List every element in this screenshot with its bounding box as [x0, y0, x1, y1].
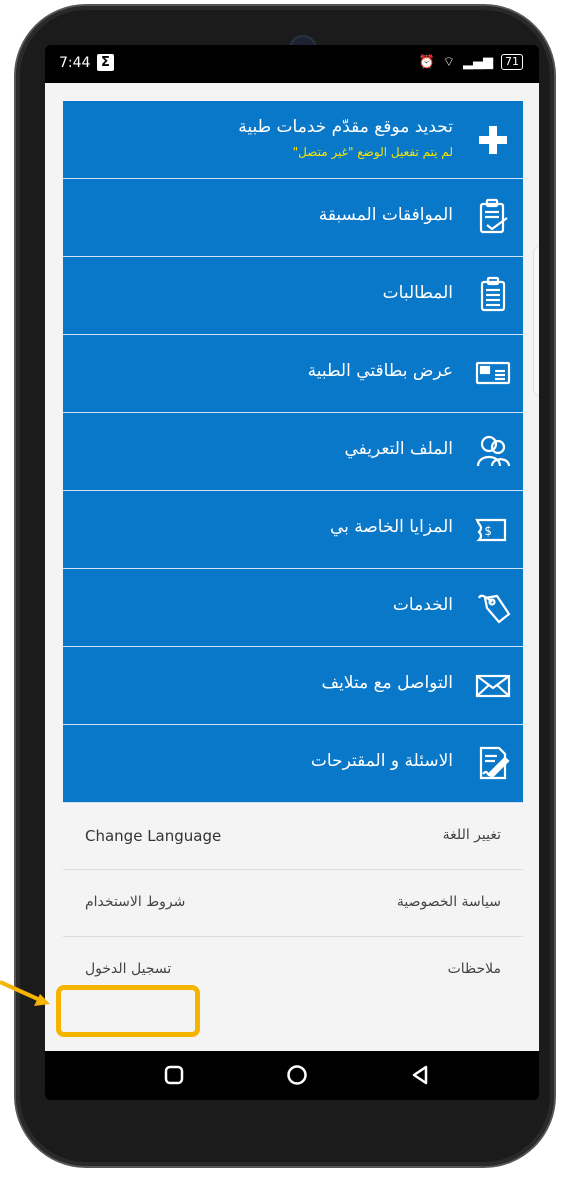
menu-item-label: تحديد موقع مقدّم خدمات طبية [238, 117, 453, 137]
menu-item-medical-card[interactable]: عرض بطاقتي الطبية [63, 335, 523, 413]
menu-item-faq-suggestions[interactable]: الاسئلة و المقترحات [63, 725, 523, 803]
envelope-icon [475, 674, 511, 698]
menu-item-my-benefits[interactable]: $ المزايا الخاصة بي [63, 491, 523, 569]
menu-item-contact-metlife[interactable]: التواصل مع متلايف [63, 647, 523, 725]
android-nav-bar [45, 1051, 539, 1100]
status-bar: 7:44 Σ ⏰ ⌔ ▂▄▆ 71 [45, 45, 539, 83]
menu-item-label: عرض بطاقتي الطبية [307, 361, 453, 381]
menu-item-label: الاسئلة و المقترحات [310, 751, 453, 771]
drawer-edge-handle[interactable] [533, 245, 539, 397]
change-language-ar-link[interactable]: تغيير اللغة [443, 827, 501, 843]
menu-item-label: المزايا الخاصة بي [329, 517, 453, 537]
change-language-link[interactable]: Change Language [85, 827, 221, 845]
menu-item-label: التواصل مع متلايف [321, 673, 453, 693]
alarm-icon: ⏰ [418, 54, 435, 70]
footer-row-language: Change Language تغيير اللغة [63, 803, 523, 870]
pointer-arrow-icon [0, 980, 50, 1006]
status-icons: ⏰ ⌔ ▂▄▆ 71 [419, 54, 523, 70]
footer-links: Change Language تغيير اللغة شروط الاستخد… [63, 803, 523, 1003]
app-content: تحديد موقع مقدّم خدمات طبية لم يتم تفعيل… [45, 83, 539, 1051]
notes-link[interactable]: ملاحظات [448, 961, 501, 977]
menu-item-pre-approvals[interactable]: الموافقات المسبقة [63, 179, 523, 257]
menu-item-claims[interactable]: المطالبات [63, 257, 523, 335]
login-link[interactable]: تسجيل الدخول [85, 961, 171, 977]
home-button[interactable] [286, 1064, 308, 1086]
menu-item-label: الملف التعريفي [344, 439, 453, 459]
terms-of-use-link[interactable]: شروط الاستخدام [85, 894, 185, 910]
signal-icon: ▂▄▆ [463, 54, 493, 70]
clipboard-check-icon [479, 198, 508, 234]
people-icon [476, 435, 511, 467]
recents-button[interactable] [163, 1064, 185, 1086]
footer-row-policies: شروط الاستخدام سياسة الخصوصية [63, 870, 523, 937]
login-highlight-box [56, 985, 200, 1037]
id-card-icon [475, 361, 511, 385]
svg-text:$: $ [484, 524, 492, 538]
privacy-policy-link[interactable]: سياسة الخصوصية [397, 894, 501, 910]
clipboard-list-icon [480, 276, 506, 312]
menu-item-services[interactable]: الخدمات [63, 569, 523, 647]
menu-item-locate-provider[interactable]: تحديد موقع مقدّم خدمات طبية لم يتم تفعيل… [63, 101, 523, 179]
document-pen-icon [479, 746, 510, 780]
offline-mode-note: لم يتم تفعيل الوضع "غير متصل" [292, 145, 453, 159]
plus-icon [479, 126, 507, 154]
back-button[interactable] [409, 1064, 431, 1086]
notification-icon: Σ [97, 54, 114, 71]
tag-icon [477, 594, 511, 624]
main-menu: تحديد موقع مقدّم خدمات طبية لم يتم تفعيل… [63, 101, 523, 803]
menu-item-label: المطالبات [382, 283, 453, 303]
screen: 7:44 Σ ⏰ ⌔ ▂▄▆ 71 تحديد موقع مقدّم خدمات… [45, 45, 539, 1100]
status-time: 7:44 [59, 55, 91, 71]
wifi-icon: ⌔ [442, 55, 455, 70]
battery-icon: 71 [501, 54, 523, 70]
money-icon: $ [475, 518, 507, 542]
menu-item-label: الموافقات المسبقة [318, 205, 453, 225]
menu-item-label: الخدمات [392, 595, 453, 615]
menu-item-profile[interactable]: الملف التعريفي [63, 413, 523, 491]
